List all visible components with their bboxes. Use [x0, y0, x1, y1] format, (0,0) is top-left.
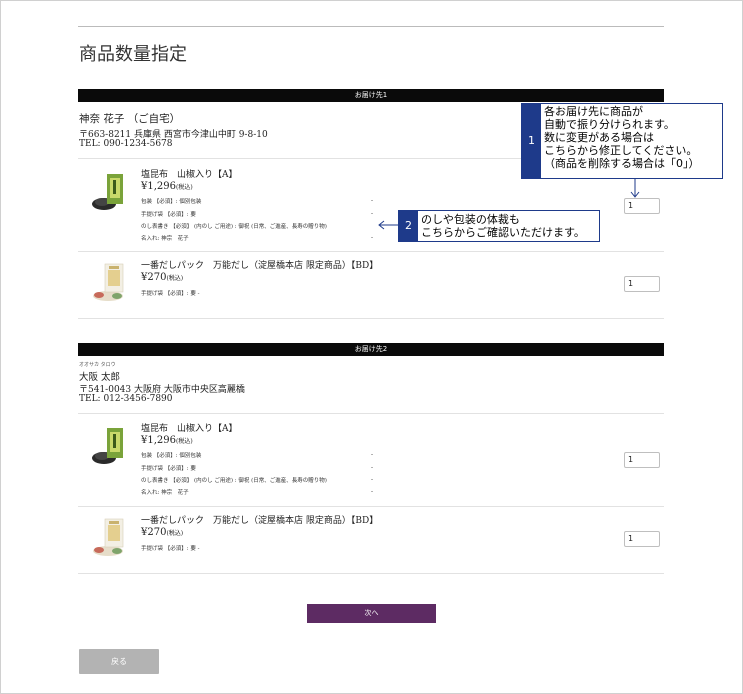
option-dot: - — [371, 488, 374, 495]
quantity-input[interactable]: 1 — [624, 198, 660, 214]
next-button[interactable]: 次へ — [307, 604, 436, 623]
divider — [78, 506, 664, 507]
page-title: 商品数量指定 — [79, 44, 187, 65]
product-image-dashi — [93, 263, 124, 301]
option-dot: - — [371, 234, 374, 241]
delivery-bar-1: お届け先1 — [78, 89, 664, 102]
callout-line: こちらからご確認いただけます。 — [421, 226, 585, 239]
product-price: ¥1,296(税込) — [141, 181, 193, 192]
product-name: 一番だしパック 万能だし（淀屋橋本店 限定商品）【BD】 — [141, 516, 379, 526]
option-line: 名入れ: 神宗 花子 — [141, 490, 189, 496]
quantity-input[interactable]: 1 — [624, 531, 660, 547]
product-price: ¥270(税込) — [141, 272, 184, 283]
recipient-name: 大阪 太郎 — [79, 372, 121, 383]
callout-1: 1 各お届け先に商品が 自動で振り分けられます。 数に変更がある場合は こちらか… — [521, 103, 723, 179]
option-line: 手提げ袋 【必須】: 要 - — [141, 546, 200, 552]
option-dot: - — [371, 210, 374, 217]
option-line: のし表書き 【必須】 (内のし ご用途) : 御祝 (日常、ご進産、長寿の贈り物… — [141, 478, 327, 484]
divider — [78, 573, 664, 574]
recipient-name: 神奈 花子 （ご自宅） — [79, 113, 181, 125]
quantity-input[interactable]: 1 — [624, 452, 660, 468]
product-name: 塩昆布 山椒入り【A】 — [141, 424, 238, 434]
callout-line: 自動で振り分けられます。 — [544, 118, 675, 131]
divider — [78, 251, 664, 252]
option-line: 手提げ袋 【必須】: 要 - — [141, 291, 200, 297]
option-line: 手提げ袋 【必須】: 要 — [141, 212, 196, 218]
product-name: 塩昆布 山椒入り【A】 — [141, 170, 238, 180]
option-line: 包装 【必須】: 個別包装 — [141, 453, 202, 459]
recipient-tel: TEL: 090-1234-5678 — [79, 139, 173, 149]
callout-line: こちらから修正してください。 — [544, 144, 698, 157]
callout-number: 1 — [522, 104, 541, 178]
arrow-left-icon — [378, 220, 399, 230]
callout-line: 各お届け先に商品が — [544, 105, 643, 118]
recipient-tel: TEL: 012-3456-7890 — [79, 394, 173, 404]
option-line: 手提げ袋 【必須】: 要 — [141, 466, 196, 472]
option-dot: - — [371, 476, 374, 483]
callout-line: のしや包装の体裁も — [421, 213, 520, 226]
callout-line: 数に変更がある場合は — [544, 131, 654, 144]
callout-2: 2 のしや包装の体裁も こちらからご確認いただけます。 — [398, 210, 600, 242]
option-dot: - — [371, 451, 374, 458]
arrow-down-icon — [630, 178, 640, 198]
product-image-dashi — [93, 518, 124, 556]
product-price: ¥270(税込) — [141, 527, 184, 538]
option-dot: - — [371, 197, 374, 204]
delivery-bar-2: お届け先2 — [78, 343, 664, 356]
top-divider — [78, 26, 664, 27]
back-button[interactable]: 戻る — [79, 649, 159, 674]
divider — [78, 318, 664, 319]
option-line: 包装 【必須】: 個別包装 — [141, 199, 202, 205]
product-image-shiokombu — [92, 428, 123, 464]
product-price: ¥1,296(税込) — [141, 435, 193, 446]
callout-number: 2 — [399, 211, 418, 241]
callout-line: （商品を削除する場合は「0」） — [544, 157, 700, 170]
option-dot: - — [371, 464, 374, 471]
divider — [78, 413, 664, 414]
option-line: のし表書き 【必須】 (内のし ご用途) : 御祝 (日常、ご進産、長寿の贈り物… — [141, 224, 327, 230]
quantity-input[interactable]: 1 — [624, 276, 660, 292]
option-line: 名入れ: 神宗 花子 — [141, 236, 189, 242]
product-name: 一番だしパック 万能だし（淀屋橋本店 限定商品）【BD】 — [141, 261, 379, 271]
product-image-shiokombu — [92, 174, 123, 210]
recipient-name-ruby: オオサカ タロウ — [79, 362, 116, 368]
